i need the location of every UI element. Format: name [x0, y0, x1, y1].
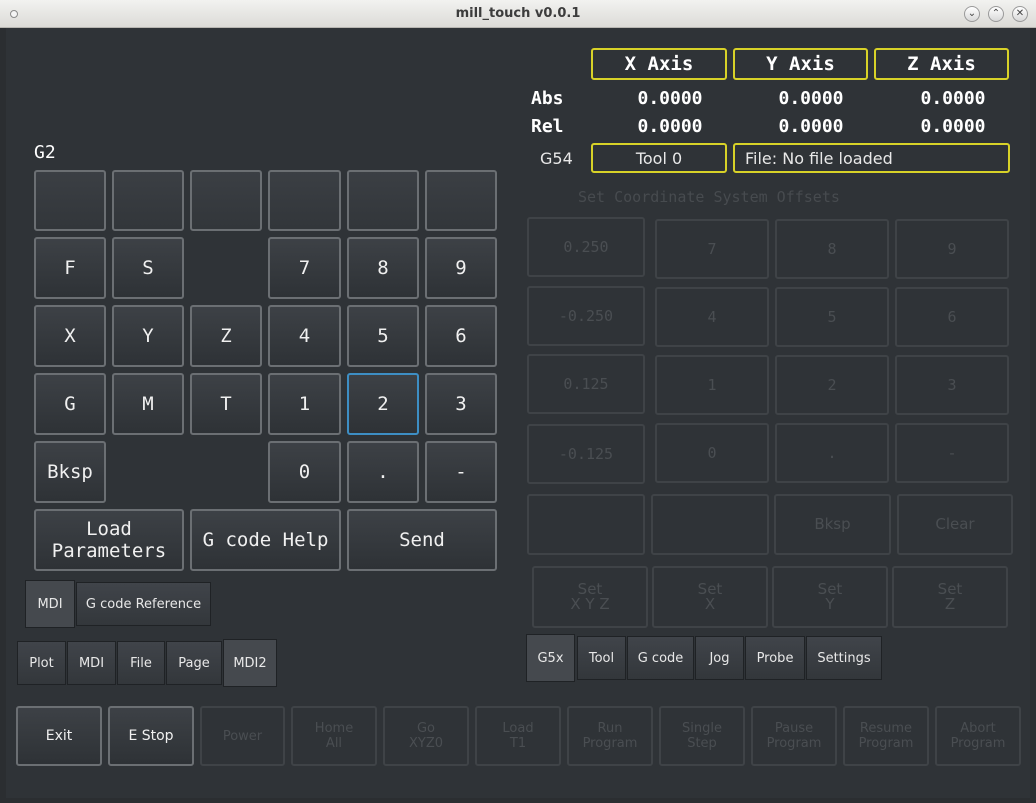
offset-key-2[interactable]: 2	[775, 355, 889, 415]
key-0[interactable]: 0	[268, 441, 341, 503]
key-f[interactable]: F	[34, 237, 106, 299]
set-xyz-button[interactable]: Set X Y Z	[532, 566, 648, 628]
estop-button[interactable]: E Stop	[108, 706, 194, 766]
exit-button[interactable]: Exit	[16, 706, 102, 766]
abs-y-value: 0.0000	[778, 88, 844, 109]
keypad-blank-3[interactable]	[190, 170, 262, 231]
tab-g5x[interactable]: G5x	[526, 634, 575, 682]
modal-state-label: G2	[34, 142, 56, 163]
load-t1-button[interactable]: Load T1	[475, 706, 561, 766]
key-3[interactable]: 3	[425, 373, 497, 435]
keypad-blank-2[interactable]	[112, 170, 184, 231]
tab-tool[interactable]: Tool	[577, 636, 626, 680]
offset-key-5[interactable]: 5	[775, 287, 889, 347]
go-xyz0-button[interactable]: Go XYZ0	[383, 706, 469, 766]
tab-file[interactable]: File	[117, 641, 165, 685]
key-8[interactable]: 8	[347, 237, 419, 299]
key-2[interactable]: 2	[347, 373, 419, 435]
offset-clear-button[interactable]: Clear	[897, 494, 1013, 555]
abs-x-value: 0.0000	[637, 88, 703, 109]
abs-z-value: 0.0000	[920, 88, 986, 109]
offset-key-dot[interactable]: .	[775, 423, 889, 483]
offset-blank-2[interactable]	[651, 494, 769, 555]
key-minus[interactable]: -	[425, 441, 497, 503]
subtab-mdi[interactable]: MDI	[25, 580, 75, 628]
key-s[interactable]: S	[112, 237, 184, 299]
single-step-button[interactable]: Single Step	[659, 706, 745, 766]
offset-key-1[interactable]: 1	[655, 355, 769, 415]
window-title: mill_touch v0.0.1	[455, 6, 581, 21]
offset-key-9[interactable]: 9	[895, 219, 1009, 279]
tab-gcode[interactable]: G code	[627, 636, 694, 680]
key-x[interactable]: X	[34, 305, 106, 367]
key-1[interactable]: 1	[268, 373, 341, 435]
load-parameters-button[interactable]: Load Parameters	[34, 509, 184, 571]
maximize-icon[interactable]: ⌃	[988, 6, 1004, 22]
key-9[interactable]: 9	[425, 237, 497, 299]
close-icon[interactable]: ✕	[1012, 6, 1028, 22]
key-4[interactable]: 4	[268, 305, 341, 367]
key-y[interactable]: Y	[112, 305, 184, 367]
tab-settings[interactable]: Settings	[806, 636, 882, 680]
tab-plot[interactable]: Plot	[17, 641, 66, 685]
offset-key-3[interactable]: 3	[895, 355, 1009, 415]
offset-key-0[interactable]: 0	[655, 423, 769, 483]
offset-bksp-button[interactable]: Bksp	[774, 494, 891, 555]
home-all-button[interactable]: Home All	[291, 706, 377, 766]
minimize-icon[interactable]: ⌄	[964, 6, 980, 22]
offset-key-minus[interactable]: -	[895, 423, 1009, 483]
y-axis-header[interactable]: Y Axis	[733, 48, 868, 80]
resume-program-button[interactable]: Resume Program	[843, 706, 929, 766]
x-axis-header[interactable]: X Axis	[591, 48, 727, 80]
run-program-button[interactable]: Run Program	[567, 706, 653, 766]
backspace-button[interactable]: Bksp	[34, 441, 106, 503]
key-6[interactable]: 6	[425, 305, 497, 367]
key-7[interactable]: 7	[268, 237, 341, 299]
rel-z-value: 0.0000	[920, 116, 986, 137]
offset-blank-1[interactable]	[527, 494, 645, 555]
set-z-button[interactable]: Set Z	[892, 566, 1008, 628]
key-5[interactable]: 5	[347, 305, 419, 367]
window-titlebar: mill_touch v0.0.1 ⌄ ⌃ ✕	[0, 0, 1036, 28]
set-x-button[interactable]: Set X	[652, 566, 768, 628]
offset-key-7[interactable]: 7	[655, 219, 769, 279]
rel-y-value: 0.0000	[778, 116, 844, 137]
key-m[interactable]: M	[112, 373, 184, 435]
file-status: File: No file loaded	[733, 143, 1010, 173]
keypad-blank-4[interactable]	[268, 170, 341, 231]
tab-mdi2[interactable]: MDI2	[223, 639, 277, 687]
key-g[interactable]: G	[34, 373, 106, 435]
abort-program-button[interactable]: Abort Program	[935, 706, 1021, 766]
offset-key-8[interactable]: 8	[775, 219, 889, 279]
offset-key-6[interactable]: 6	[895, 287, 1009, 347]
gcode-help-button[interactable]: G code Help	[190, 509, 341, 571]
keypad-blank-1[interactable]	[34, 170, 106, 231]
coord-system-label: G54	[540, 149, 573, 168]
subtab-gcode-reference[interactable]: G code Reference	[76, 582, 211, 626]
set-y-button[interactable]: Set Y	[772, 566, 888, 628]
step-0125-button[interactable]: 0.125	[527, 354, 645, 414]
rel-x-value: 0.0000	[637, 116, 703, 137]
rel-label: Rel	[531, 116, 564, 137]
step-neg-0250-button[interactable]: -0.250	[527, 286, 645, 346]
tab-probe[interactable]: Probe	[745, 636, 805, 680]
tab-mdi[interactable]: MDI	[67, 641, 116, 685]
keypad-blank-6[interactable]	[425, 170, 497, 231]
step-neg-0125-button[interactable]: -0.125	[527, 424, 645, 484]
offset-key-4[interactable]: 4	[655, 287, 769, 347]
tab-page[interactable]: Page	[166, 641, 222, 685]
tool-status: Tool 0	[591, 143, 727, 173]
keypad-blank-5[interactable]	[347, 170, 419, 231]
pause-program-button[interactable]: Pause Program	[751, 706, 837, 766]
key-dot[interactable]: .	[347, 441, 419, 503]
tab-jog[interactable]: Jog	[695, 636, 744, 680]
z-axis-header[interactable]: Z Axis	[874, 48, 1009, 80]
abs-label: Abs	[531, 88, 564, 109]
offsets-title: Set Coordinate System Offsets	[578, 188, 840, 206]
power-button[interactable]: Power	[200, 706, 285, 766]
key-t[interactable]: T	[190, 373, 262, 435]
key-z[interactable]: Z	[190, 305, 262, 367]
send-button[interactable]: Send	[347, 509, 497, 571]
step-0250-button[interactable]: 0.250	[527, 217, 645, 277]
